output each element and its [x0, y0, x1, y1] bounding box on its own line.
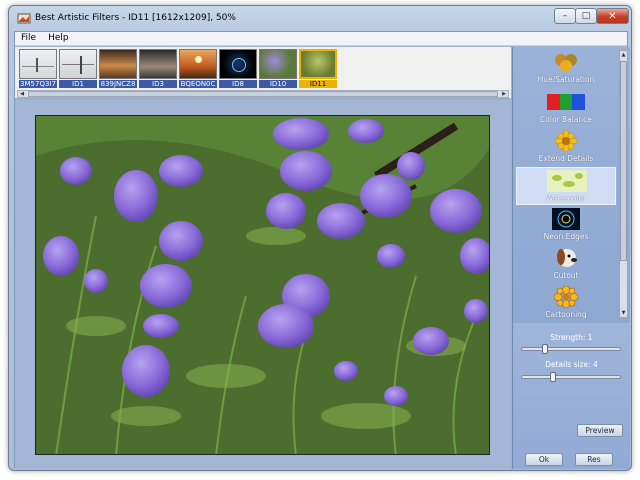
thumbnail-839jncz8[interactable] [99, 49, 137, 79]
strength-label: Strength: 1 [550, 333, 593, 342]
thumbnail-bqeon0c[interactable] [179, 49, 217, 79]
scrollbar-thumb[interactable] [28, 91, 498, 97]
extend-details-icon [554, 130, 578, 152]
image-canvas-area [15, 100, 511, 469]
filter-hue-saturation[interactable]: Hue/Saturation [516, 49, 616, 87]
thumbnail-id10[interactable] [259, 49, 297, 79]
cartooning-icon [553, 286, 579, 308]
thumbnail-label-selected: ID11 [299, 80, 337, 88]
ok-button[interactable]: Ok [525, 453, 563, 466]
flower-image [36, 116, 489, 454]
thumbnail-label: ID10 [259, 80, 297, 88]
reset-button[interactable]: Res [575, 453, 613, 466]
thumbnail-id3[interactable] [139, 49, 177, 79]
app-window: Best Artistic Filters - ID11 [1612x1209]… [8, 5, 632, 471]
thumbnail-label: ID1 [59, 80, 97, 88]
details-size-label: Details size: 4 [545, 360, 598, 369]
close-button[interactable]: ✕ [596, 8, 629, 24]
thumbnail-label: ID3 [139, 80, 177, 88]
menu-help[interactable]: Help [42, 32, 75, 45]
scroll-up-icon[interactable]: ▲ [620, 51, 627, 59]
filter-label: Cutout [553, 271, 579, 280]
filter-cutout[interactable]: Cutout [516, 245, 616, 283]
filter-panel: Hue/Saturation Color Balance Extend Deta… [512, 47, 630, 469]
thumbnail-label: 839JNCZ8 [99, 80, 137, 88]
minimize-icon: – [562, 11, 568, 21]
strength-slider[interactable] [521, 344, 621, 354]
title-bar[interactable]: Best Artistic Filters - ID11 [1612x1209]… [9, 6, 631, 30]
thumbnail-id8[interactable] [219, 49, 257, 79]
maximize-button[interactable]: □ [575, 8, 597, 24]
menu-bar: File Help [15, 32, 627, 46]
client-area: File Help 3M57Q3I7 ID1 839JNCZ8 ID3 BQEO… [14, 31, 630, 469]
scroll-right-icon[interactable]: ▶ [500, 91, 508, 97]
filter-list: Hue/Saturation Color Balance Extend Deta… [513, 47, 630, 322]
details-size-slider-knob[interactable] [550, 372, 556, 382]
filter-cartooning[interactable]: Cartooning [516, 284, 616, 322]
minimize-button[interactable]: – [554, 8, 576, 24]
filter-label: Color Balance [540, 115, 592, 124]
filter-scrollbar[interactable]: ▲ ▼ [619, 50, 628, 318]
thumbnail-label: 3M57Q3I7 [19, 80, 57, 88]
app-icon [17, 13, 31, 24]
filter-label: Extend Details [538, 154, 594, 163]
scroll-down-icon[interactable]: ▼ [620, 309, 627, 317]
thumbnail-id11[interactable] [299, 49, 337, 79]
filter-label: Watercolor [545, 194, 587, 203]
thumbnail-3m57q3i7[interactable] [19, 49, 57, 79]
scroll-left-icon[interactable]: ◀ [18, 91, 26, 97]
filter-label: Hue/Saturation [537, 75, 595, 84]
filter-extend-details[interactable]: Extend Details [516, 128, 616, 166]
cutout-icon [557, 249, 577, 267]
watercolor-icon [547, 170, 587, 192]
thumbnail-scrollbar[interactable]: ◀ ▶ [17, 90, 509, 98]
window-title: Best Artistic Filters - ID11 [1612x1209]… [35, 13, 236, 23]
filter-label: Cartooning [545, 310, 587, 319]
strength-slider-knob[interactable] [542, 344, 548, 354]
preview-image[interactable] [35, 115, 490, 455]
filter-watercolor[interactable]: Watercolor [516, 167, 616, 205]
thumbnail-id1[interactable] [59, 49, 97, 79]
scrollbar-thumb[interactable] [620, 61, 627, 261]
filter-color-balance[interactable]: Color Balance [516, 89, 616, 127]
hue-saturation-icon [555, 54, 577, 72]
details-size-slider[interactable] [521, 372, 621, 382]
thumbnail-label: BQEON0C [179, 80, 217, 88]
thumbnail-label: ID8 [219, 80, 257, 88]
maximize-icon: □ [581, 11, 591, 21]
neon-edges-icon [552, 208, 580, 230]
close-icon: ✕ [608, 10, 617, 22]
menu-file[interactable]: File [15, 32, 42, 45]
thumbnail-strip: 3M57Q3I7 ID1 839JNCZ8 ID3 BQEON0C ID8 ID… [15, 47, 511, 99]
filter-settings: Strength: 1 Details size: 4 Preview Ok R… [513, 323, 630, 469]
preview-button[interactable]: Preview [577, 424, 623, 437]
filter-neon-edges[interactable]: Neon Edges [516, 206, 616, 244]
filter-label: Neon Edges [543, 232, 589, 241]
color-balance-icon [547, 94, 585, 110]
